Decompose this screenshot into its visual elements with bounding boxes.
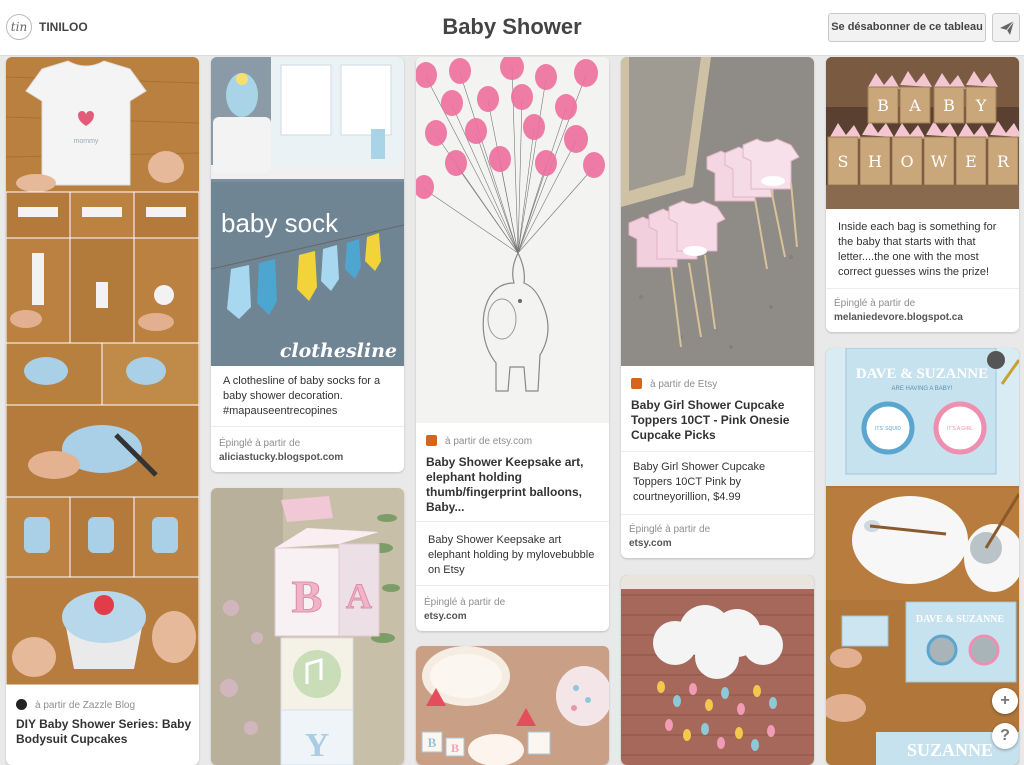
svg-text:Y: Y [975,96,987,115]
top-bar: tin TINILOO Baby Shower Se désabonner de… [0,0,1024,56]
pin-onesie-toppers[interactable]: à partir de Etsy Baby Girl Shower Cupcak… [621,57,814,558]
badge-left: ITS' SQUID [875,426,901,432]
pin-source-text: à partir de Zazzle Blog [35,700,136,711]
card-subheading: ARE HAVING A BABY! [892,386,953,392]
unfollow-board-button[interactable]: Se désabonner de ce tableau [828,13,986,42]
divider [416,521,609,522]
add-pin-button[interactable]: + [992,688,1018,714]
pinned-from-label: Épinglé à partir de [424,597,506,608]
pinned-from-source[interactable]: etsy.com [629,538,672,549]
pin-image[interactable]: B B [416,646,609,765]
pinned-from-source[interactable]: etsy.com [424,611,467,622]
pinned-from-label: Épinglé à partir de [629,524,711,535]
pin-onesie-cupcakes[interactable]: mommy à partir de Zazzle Blog DIY Baby S… [6,57,199,765]
pin-image[interactable] [621,575,814,765]
svg-text:B: B [877,96,889,115]
help-button[interactable]: ? [992,723,1018,749]
pin-title[interactable]: Baby Girl Shower Cupcake Toppers 10CT - … [631,398,809,443]
svg-text:H: H [868,152,882,171]
etsy-icon [631,378,642,389]
pin-description: A clothesline of baby socks for a baby s… [223,375,381,417]
pinned-from-source[interactable]: aliciastucky.blogspot.com [219,452,343,463]
block-letter: A [346,576,372,616]
svg-text:E: E [965,152,977,171]
divider [826,288,1019,289]
pin-source-line[interactable]: à partir de etsy.com [426,435,532,447]
zazzle-icon [16,699,27,710]
pin-image[interactable] [416,57,609,423]
svg-text:R: R [997,152,1010,171]
overlay-title: baby sock [221,208,339,238]
block-letter: B [292,571,323,622]
divider [621,451,814,452]
overlay-caption: clothesline [280,340,397,362]
pin-image[interactable]: mommy [6,57,199,685]
pin-source-text: à partir de Etsy [650,379,718,390]
pin-title[interactable]: Baby Shower Keepsake art, elephant holdi… [426,455,601,515]
pin-baby-cookies[interactable]: B B [416,646,609,765]
card-bottom-name: SUZANNE [907,740,993,760]
paper-plane-icon [1000,20,1015,35]
pin-image[interactable]: baby sock clothesline [211,57,404,366]
pin-image[interactable]: B A Y [211,488,404,765]
pin-gender-reveal-cards[interactable]: DAVE & SUZANNE ARE HAVING A BABY! ITS' S… [826,348,1019,765]
etsy-icon [426,435,437,446]
divider [416,585,609,586]
pin-source-line[interactable]: à partir de Etsy [631,378,717,390]
pin-description: Inside each bag is something for the bab… [838,221,997,278]
send-board-button[interactable] [992,13,1020,42]
svg-text:DAVE & SUZANNE: DAVE & SUZANNE [916,614,1004,625]
pin-description: Baby Girl Shower Cupcake Toppers 10CT Pi… [633,461,766,503]
pinned-from-source[interactable]: melaniedevore.blogspot.ca [834,312,963,323]
svg-text:B: B [428,735,437,750]
divider [621,514,814,515]
pin-image[interactable]: DAVE & SUZANNE ARE HAVING A BABY! ITS' S… [826,348,1019,765]
pin-baby-sock[interactable]: baby sock clothesline A clothesline of b… [211,57,404,472]
pin-description: Baby Shower Keepsake art elephant holdin… [428,534,595,576]
svg-text:W: W [931,152,948,171]
svg-text:O: O [900,152,913,171]
pin-source-line[interactable]: à partir de Zazzle Blog [16,699,135,711]
pin-raindrop-cloud[interactable] [621,575,814,765]
svg-text:B: B [451,741,459,755]
pin-baby-shower-bags[interactable]: BABY SHOWER Inside each bag is something… [826,57,1019,332]
card-heading: DAVE & SUZANNE [856,366,988,382]
pin-alphabet-blocks[interactable]: B A Y [211,488,404,765]
svg-text:Y: Y [305,727,330,764]
pin-source-text: à partir de etsy.com [445,436,533,447]
pin-title[interactable]: DIY Baby Shower Series: Baby Bodysuit Cu… [16,717,194,747]
pinned-from-label: Épinglé à partir de [834,298,916,309]
svg-text:B: B [943,96,955,115]
svg-text:mommy: mommy [74,138,99,145]
badge-right: IT'S A GIRL [947,426,973,432]
svg-text:A: A [908,96,921,115]
pin-image[interactable]: BABY SHOWER [826,57,1019,209]
divider [211,426,404,427]
svg-text:S: S [838,152,849,171]
pin-elephant-balloons[interactable]: à partir de etsy.com Baby Shower Keepsak… [416,57,609,631]
pinned-from-label: Épinglé à partir de [219,438,301,449]
pin-image[interactable] [621,57,814,366]
